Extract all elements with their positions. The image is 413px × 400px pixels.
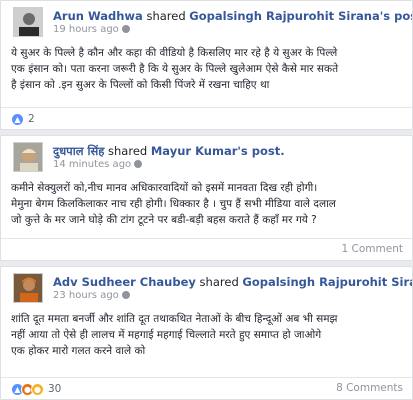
post-suffix[interactable]: 's post. [237,144,284,158]
timestamp[interactable]: 14 minutes ago [53,159,131,170]
timestamp[interactable]: 23 hours ago [53,290,119,301]
reactions-summary[interactable]: ▲ 2 [11,112,35,126]
shared-label: shared [195,275,243,289]
like-reaction-icon: ▲ [11,112,24,126]
post-text-line: शांति दूत ममता बनर्जी और शांति दूत तथाकथ… [11,313,338,325]
shared-label: shared [142,9,190,23]
post-header: Adv Sudheer Chaubey shared Gopalsingh Ra… [1,267,412,311]
timestamp[interactable]: 19 hours ago [53,24,119,35]
author-link[interactable]: दुधपाल सिंह [53,144,104,158]
post-footer: ▲ 2 [1,107,412,129]
news-feed: Arun Wadhwa shared Gopalsingh Rajpurohit… [0,0,413,400]
reactions-count[interactable]: 2 [28,113,35,125]
post-text: शांति दूत ममता बनर्जी और शांति दूत तथाकथ… [1,311,412,359]
comments-count-link[interactable]: 8 Comments [336,382,403,394]
post-header: Arun Wadhwa shared Gopalsingh Rajpurohit… [1,1,412,45]
feed-post: Adv Sudheer Chaubey shared Gopalsingh Ra… [0,266,413,400]
shared-from-link[interactable]: Gopalsingh Rajpurohit Sirana [189,9,379,23]
globe-icon [121,25,130,33]
post-text-line: जो कुत्ते के मर जाने घोड़े की टांग टूटने… [11,214,317,226]
post-text-line: मेमुना बेगम किलकिलाकर नाच रही होगी। धिक्… [11,198,336,210]
timestamp-link[interactable]: 14 minutes ago [53,159,143,170]
post-byline: Adv Sudheer Chaubey shared Gopalsingh Ra… [53,275,412,289]
post-footer: ▲ ● ● 30 8 Comments [1,377,412,399]
post-footer: 1 Comment [1,238,412,260]
post-byline: Arun Wadhwa shared Gopalsingh Rajpurohit… [53,9,412,23]
shared-from-link[interactable]: Gopalsingh Rajpurohit Sirana [242,275,412,289]
globe-icon [134,160,143,168]
globe-icon [121,291,130,299]
author-link[interactable]: Arun Wadhwa [53,9,143,23]
comments-count-link[interactable]: 1 Comment [342,243,403,255]
timestamp-link[interactable]: 23 hours ago [53,290,130,301]
post-text-line: नहीं आया तो ऐसे ही लालच में महगाई महगाई … [11,329,322,341]
author-link[interactable]: Adv Sudheer Chaubey [53,275,196,289]
feed-post: दुधपाल सिंह shared Mayur Kumar's post. 1… [0,135,413,261]
avatar[interactable] [13,273,43,303]
post-suffix[interactable]: 's post. [380,9,412,23]
shared-from-link[interactable]: Mayur Kumar [151,144,238,158]
post-text-line: एक होकर मारो गलत करने वाले को [11,345,146,357]
feed-post: Arun Wadhwa shared Gopalsingh Rajpurohit… [0,0,413,130]
reactions-count[interactable]: 30 [48,383,61,395]
post-header: दुधपाल सिंह shared Mayur Kumar's post. 1… [1,136,412,180]
haha-reaction-icon: ● [31,382,44,396]
avatar[interactable] [13,142,43,172]
post-text: कमीने सेक्युलरों को,नीच मानव अधिकारवादिय… [1,180,412,228]
shared-label: shared [104,144,151,158]
post-text-line: एक इंसान को। पता करना जरूरी है कि ये सुअ… [11,63,339,75]
avatar[interactable] [13,7,43,37]
post-text-line: कमीने सेक्युलरों को,नीच मानव अधिकारवादिय… [11,182,318,194]
reactions-summary[interactable]: ▲ ● ● 30 [11,382,61,396]
post-text: ये सुअर के पिल्ले है कौन और कहा की वीडिय… [1,45,412,93]
post-text-line: है इंसान को .इन सुअर के पिल्लों को किसी … [11,79,270,91]
post-byline: दुधपाल सिंह shared Mayur Kumar's post. [53,144,285,159]
timestamp-link[interactable]: 19 hours ago [53,24,130,35]
post-text-line: ये सुअर के पिल्ले है कौन और कहा की वीडिय… [11,47,338,59]
